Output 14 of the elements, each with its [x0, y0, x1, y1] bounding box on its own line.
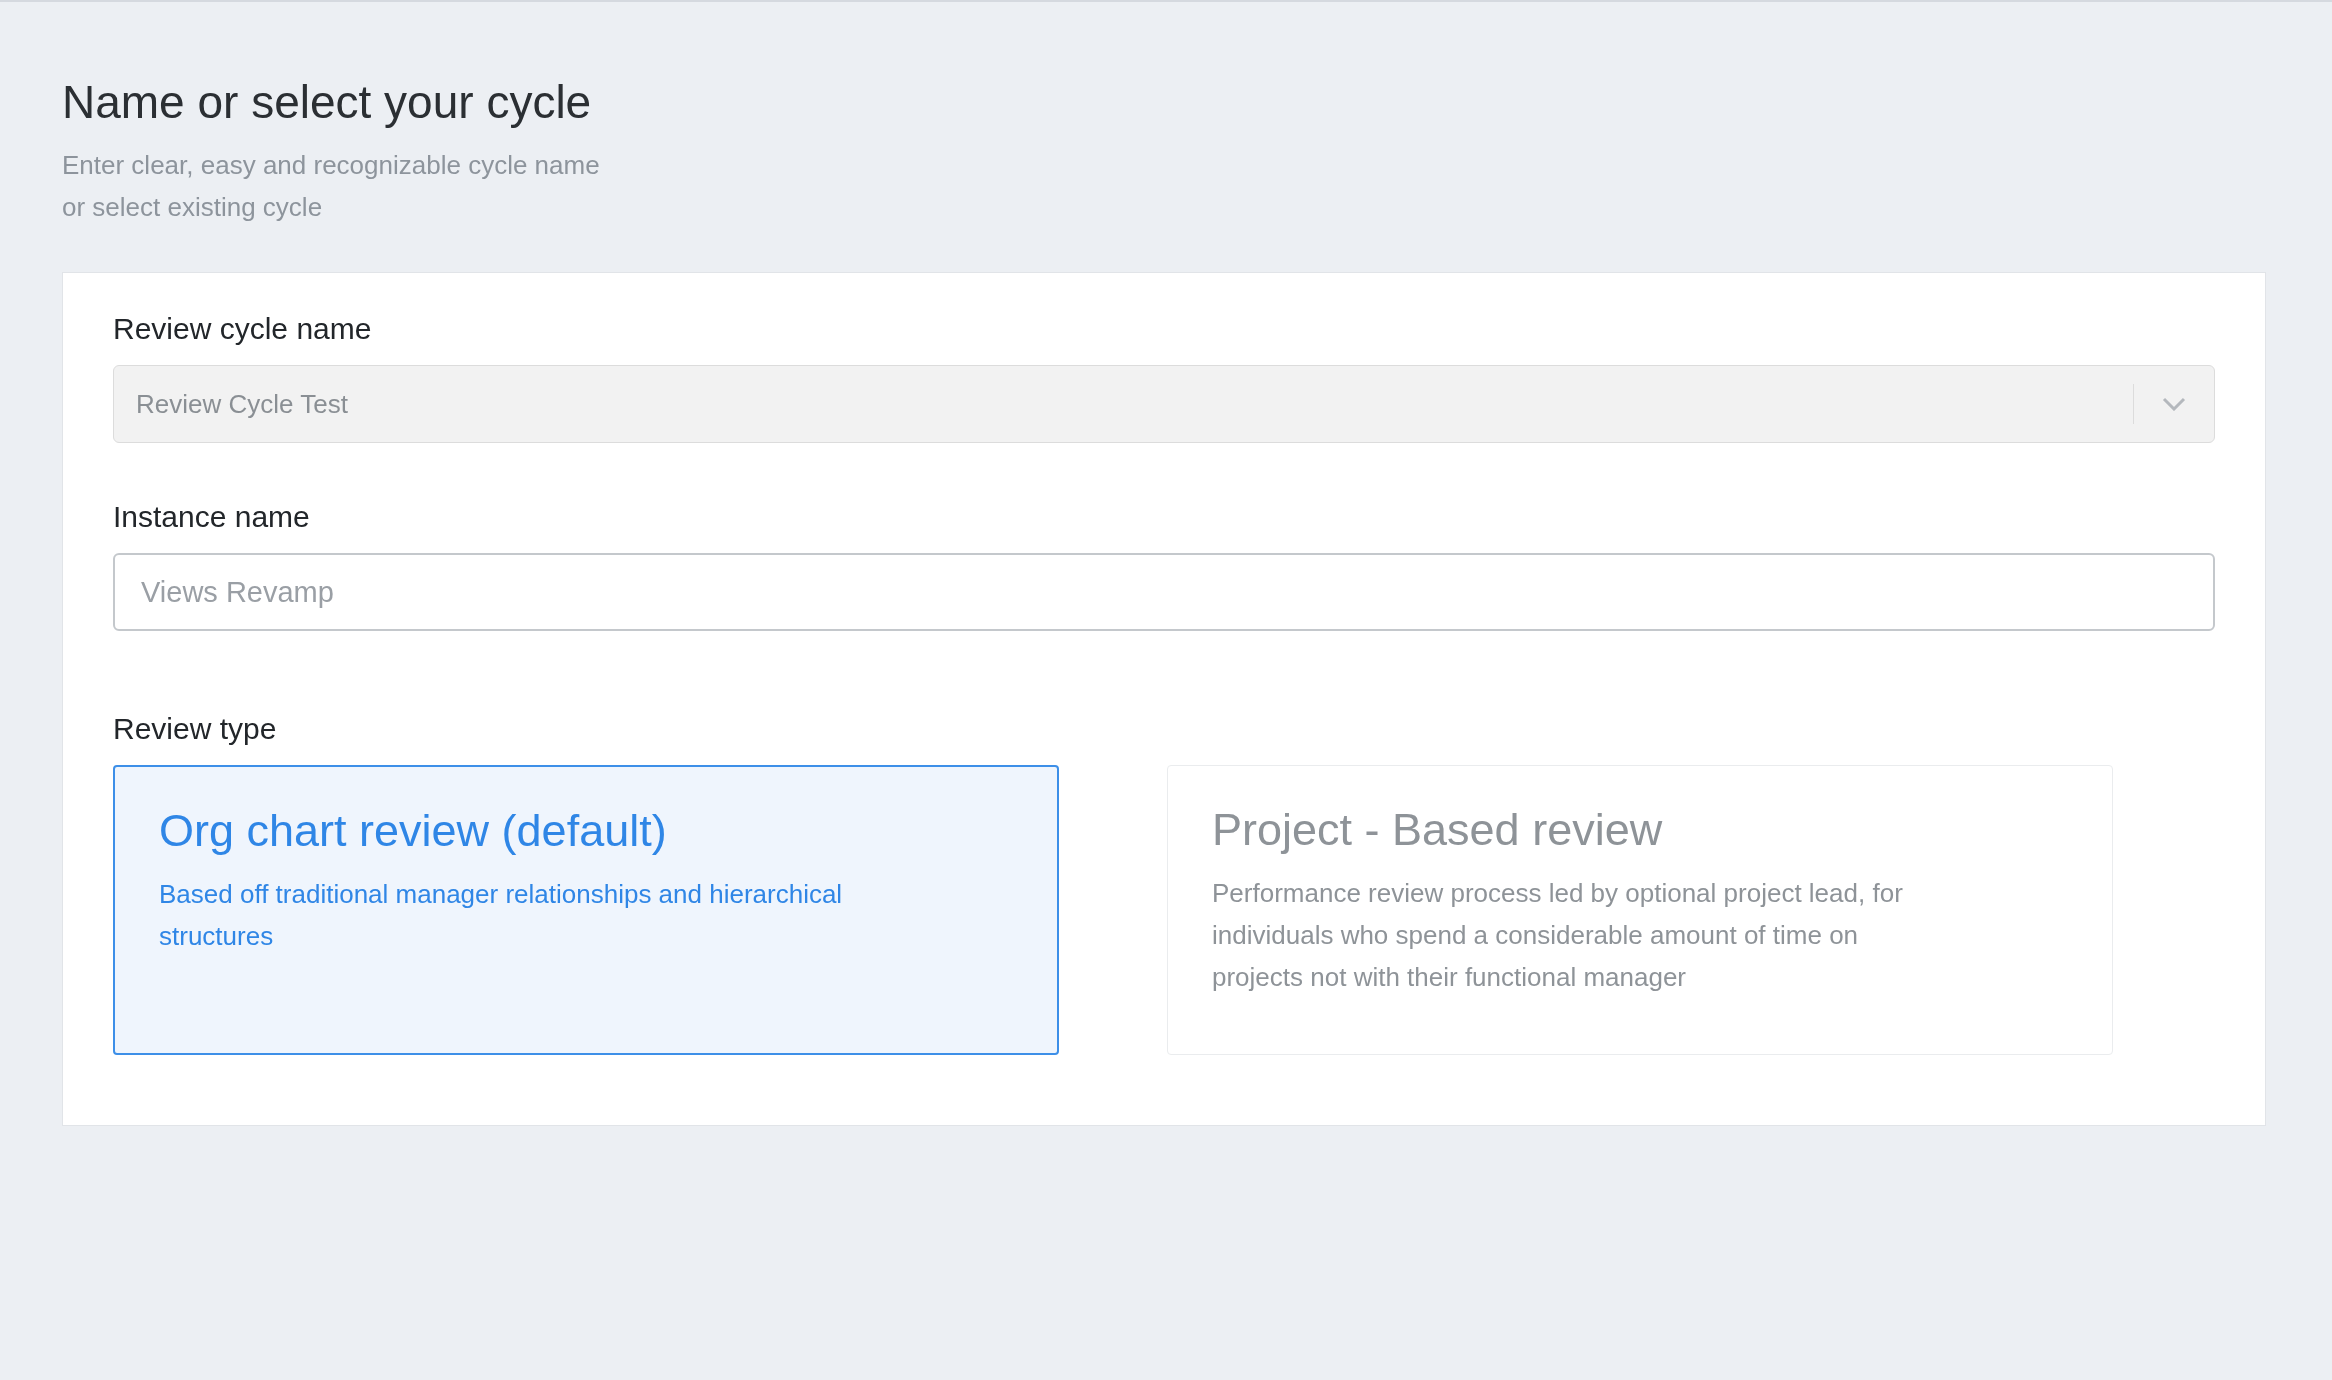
page-subtitle: Enter clear, easy and recognizable cycle name or select existing cycle [62, 149, 601, 224]
select-value: Review Cycle Test [135, 387, 349, 421]
field-label: Review cycle name [113, 311, 373, 347]
field-label: Instance name [113, 499, 311, 535]
review-type-card[interactable]: Org chart review (default) Based off traditional manager relationships and hierarchical structures [113, 765, 1059, 1055]
chevron-down-icon [2162, 397, 2186, 411]
review-type-card[interactable]: Project - Based review Performance review process led by optional project lead, for individuals who spend a considerable amount of time on projects not with their functional manager [1167, 765, 2113, 1055]
field-label: Review type [113, 711, 278, 747]
card-title: Project - Based review [1212, 803, 1664, 857]
card-description: Performance review process led by optional project lead, for individuals who spend a considerable amount of time on projects not with their functional manager [1212, 877, 1904, 994]
input-field[interactable]: Views Revamp [113, 553, 2215, 631]
page-title: Name or select your cycle [62, 75, 593, 130]
card-title: Org chart review (default) [159, 804, 668, 858]
card-description: Based off traditional manager relationships and hierarchical structures [159, 878, 844, 953]
